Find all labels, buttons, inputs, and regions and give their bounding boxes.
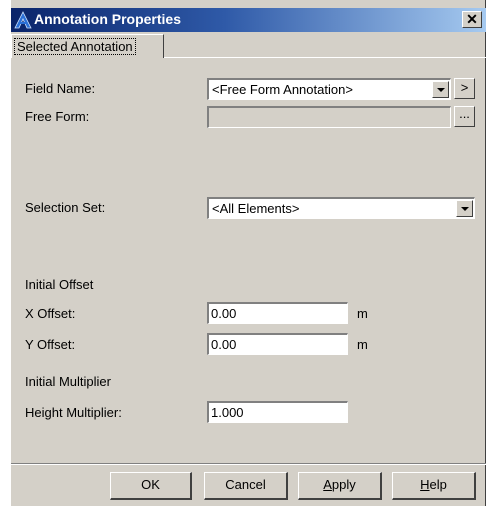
x-offset-unit: m bbox=[357, 306, 368, 321]
x-offset-input[interactable]: 0.00 bbox=[207, 302, 348, 324]
field-name-value: <Free Form Annotation> bbox=[212, 82, 353, 97]
initial-multiplier-heading: Initial Multiplier bbox=[25, 374, 111, 389]
window-title: Annotation Properties bbox=[34, 11, 182, 27]
help-mnemonic: H bbox=[420, 477, 430, 492]
help-button[interactable]: Help bbox=[392, 472, 476, 500]
y-offset-unit: m bbox=[357, 337, 368, 352]
apply-mnemonic: A bbox=[323, 477, 332, 492]
tab-panel-edge bbox=[164, 57, 486, 58]
field-name-more-button[interactable]: > bbox=[454, 78, 475, 99]
x-offset-label: X Offset: bbox=[25, 306, 76, 321]
free-form-field bbox=[207, 106, 451, 128]
free-form-label: Free Form: bbox=[25, 109, 90, 124]
selection-set-select[interactable]: <All Elements> bbox=[207, 197, 475, 219]
ok-button[interactable]: OK bbox=[110, 472, 192, 500]
apply-button[interactable]: Apply bbox=[298, 472, 382, 500]
apply-label-rest: pply bbox=[331, 477, 356, 492]
chevron-down-icon[interactable] bbox=[432, 81, 449, 98]
title-bar[interactable]: Annotation Properties ✕ bbox=[11, 8, 486, 32]
free-form-browse-button[interactable]: ... bbox=[454, 106, 475, 127]
tab-selected-annotation[interactable]: Selected Annotation bbox=[11, 34, 164, 58]
tab-label: Selected Annotation bbox=[14, 38, 136, 55]
footer-separator-highlight bbox=[11, 464, 486, 465]
height-multiplier-value: 1.000 bbox=[211, 405, 244, 420]
selection-set-value: <All Elements> bbox=[212, 201, 300, 216]
app-logo-icon bbox=[14, 11, 32, 29]
close-icon: ✕ bbox=[466, 11, 478, 27]
help-label-rest: elp bbox=[429, 477, 447, 492]
annotation-properties-dialog: Annotation Properties ✕ Selected Annotat… bbox=[10, 0, 486, 506]
chevron-down-icon[interactable] bbox=[456, 200, 473, 217]
y-offset-input[interactable]: 0.00 bbox=[207, 333, 348, 355]
y-offset-value: 0.00 bbox=[211, 337, 237, 352]
x-offset-value: 0.00 bbox=[211, 306, 237, 321]
height-multiplier-label: Height Multiplier: bbox=[25, 405, 122, 420]
field-name-select[interactable]: <Free Form Annotation> bbox=[207, 78, 451, 100]
height-multiplier-input[interactable]: 1.000 bbox=[207, 401, 348, 423]
initial-offset-heading: Initial Offset bbox=[25, 277, 94, 292]
cancel-button[interactable]: Cancel bbox=[204, 472, 288, 500]
field-name-label: Field Name: bbox=[25, 81, 96, 96]
y-offset-label: Y Offset: bbox=[25, 337, 76, 352]
close-button[interactable]: ✕ bbox=[462, 11, 482, 28]
selection-set-label: Selection Set: bbox=[25, 200, 106, 215]
